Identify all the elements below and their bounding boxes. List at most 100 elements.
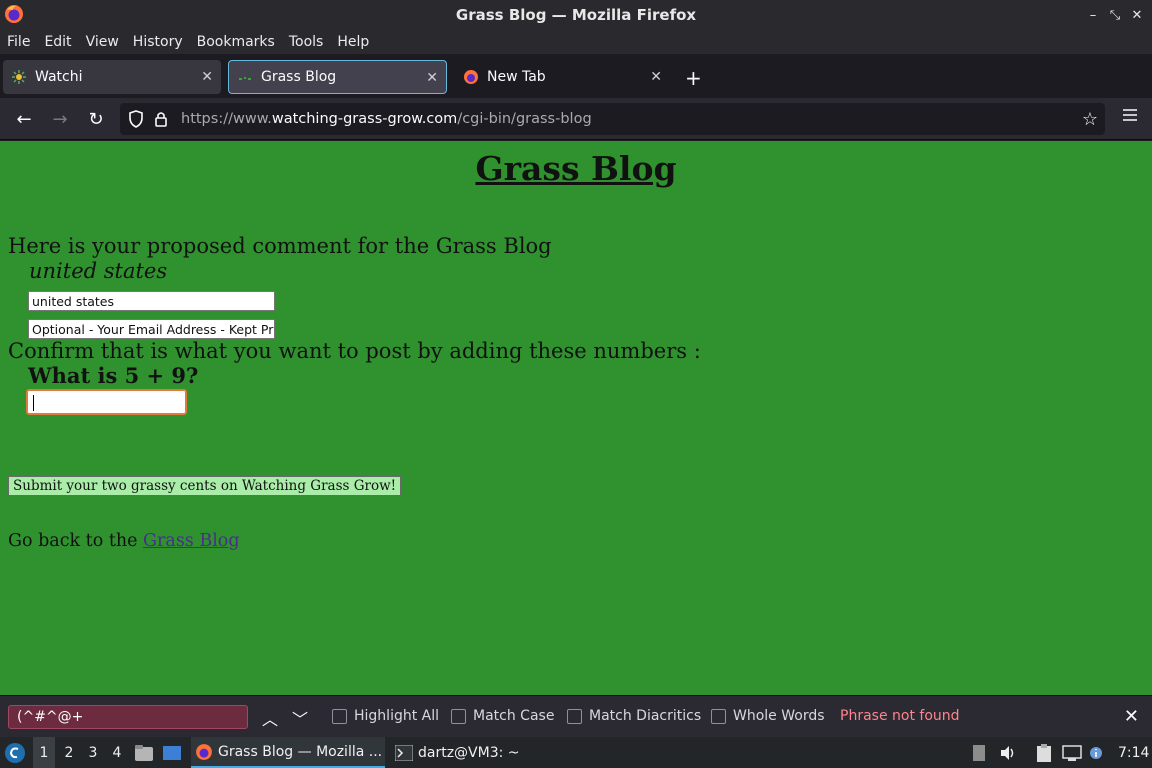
clock[interactable]: 7:14 (1118, 737, 1149, 768)
whole-words-checkbox[interactable]: Whole Words (711, 708, 825, 724)
menu-bookmarks[interactable]: Bookmarks (197, 34, 275, 50)
menu-tools[interactable]: Tools (289, 34, 324, 50)
match-diacritics-checkbox[interactable]: Match Diacritics (567, 708, 701, 724)
menu-file[interactable]: File (7, 34, 30, 50)
site-favicon-icon (12, 70, 26, 84)
option-label: Match Case (473, 708, 555, 724)
tab-grass-blog[interactable]: Grass Blog ✕ (228, 60, 447, 94)
debian-swirl-icon (5, 742, 25, 763)
url-prefix: https://www. (181, 111, 272, 127)
taskbar-terminal-window[interactable]: dartz@VM3: ~ (395, 737, 520, 768)
terminal-icon (395, 744, 413, 761)
reload-icon[interactable]: ↻ (85, 108, 107, 130)
proposed-comment: united states (29, 259, 168, 283)
highlight-all-checkbox[interactable]: Highlight All (332, 708, 439, 724)
confirm-text: Confirm that is what you want to post by… (8, 339, 701, 363)
grass-blog-link[interactable]: Grass Blog (143, 531, 240, 551)
checkbox-icon[interactable] (451, 708, 466, 724)
desktop-3[interactable]: 3 (82, 737, 104, 768)
captcha-question: What is 5 + 9? (28, 363, 199, 388)
go-back-prefix: Go back to the (8, 531, 144, 551)
find-previous-icon[interactable]: ︿ (262, 706, 278, 730)
shield-icon[interactable] (128, 110, 144, 128)
network-icon (1062, 744, 1082, 761)
email-field[interactable]: Optional - Your Email Address - Kept Pri… (28, 319, 275, 339)
window-controls: – ⤡ ✕ (1082, 6, 1148, 24)
desktop-1[interactable]: 1 (33, 737, 55, 768)
find-close-icon[interactable]: ✕ (1124, 706, 1139, 727)
match-case-checkbox[interactable]: Match Case (451, 708, 554, 724)
submit-button[interactable]: Submit your two grassy cents on Watching… (8, 476, 402, 496)
url-text[interactable]: https://www.watching-grass-grow.com/cgi-… (181, 111, 592, 127)
checkbox-icon[interactable] (332, 708, 347, 724)
name-field[interactable]: united states (28, 291, 275, 311)
desktop-2[interactable]: 2 (58, 737, 80, 768)
tab-strip: Watchi ✕ Grass Blog ✕ New Tab ✕ + (0, 56, 1152, 98)
tab-watchi[interactable]: Watchi ✕ (3, 60, 221, 94)
window-title: Grass Blog — Mozilla Firefox (455, 6, 697, 24)
option-label: Highlight All (354, 708, 440, 724)
url-bar[interactable]: https://www.watching-grass-grow.com/cgi-… (120, 103, 1105, 135)
bookmark-star-icon[interactable]: ☆ (1082, 109, 1098, 130)
find-next-icon[interactable]: ﹀ (292, 706, 308, 730)
taskbar-firefox-window[interactable]: Grass Blog — Mozilla ... (191, 737, 385, 768)
url-domain: watching-grass-grow.com (271, 111, 458, 127)
find-input[interactable]: (^#^@+ (8, 705, 248, 729)
find-bar: (^#^@+ ︿ ﹀ Highlight All Match Case Matc… (0, 695, 1152, 737)
tab-label: Watchi (35, 69, 83, 85)
lock-icon[interactable] (154, 110, 168, 128)
system-taskbar: 1 2 3 4 Grass Blog — Mozilla ... dartz@V… (0, 737, 1152, 768)
hamburger-menu-icon[interactable] (1122, 108, 1138, 122)
option-label: Match Diacritics (589, 708, 702, 724)
back-arrow-icon[interactable]: ← (13, 108, 35, 130)
page-heading: Grass Blog (475, 149, 677, 188)
menu-help[interactable]: Help (337, 34, 369, 50)
tray-clipboard[interactable] (1035, 737, 1053, 768)
url-path: /cgi-bin/grass-blog (457, 111, 592, 127)
firefox-favicon-icon (464, 70, 478, 84)
window-titlebar: Grass Blog — Mozilla Firefox – ⤡ ✕ (0, 0, 1152, 30)
checkbox-icon[interactable] (567, 708, 582, 724)
desktop-icon (163, 745, 181, 760)
new-tab-plus-icon[interactable]: + (685, 66, 702, 90)
tab-label: New Tab (487, 69, 546, 85)
navigation-toolbar: ← → ↻ https://www.watching-grass-grow.co… (0, 98, 1152, 140)
option-label: Whole Words (733, 708, 825, 724)
volume-icon (1001, 745, 1014, 760)
close-icon[interactable]: ✕ (1126, 6, 1148, 24)
tray-updates[interactable] (1089, 737, 1103, 768)
clipboard-manager-icon (1037, 743, 1051, 762)
info-icon (1090, 746, 1102, 759)
tray-network[interactable] (1062, 737, 1082, 768)
captcha-answer-input[interactable] (26, 389, 187, 415)
forward-arrow-icon[interactable]: → (49, 108, 71, 130)
tab-close-icon[interactable]: ✕ (201, 69, 213, 85)
clipboard-icon (973, 744, 985, 761)
intro-text: Here is your proposed comment for the Gr… (8, 234, 552, 258)
file-manager-launcher[interactable] (134, 737, 154, 768)
menu-bar: File Edit View History Bookmarks Tools H… (0, 30, 1152, 54)
menu-view[interactable]: View (86, 34, 119, 50)
tab-label: Grass Blog (261, 69, 337, 85)
go-back-text: Go back to the Grass Blog (8, 531, 240, 551)
tray-volume[interactable] (999, 737, 1017, 768)
checkbox-icon[interactable] (711, 708, 726, 724)
page-content: Grass Blog Here is your proposed comment… (0, 141, 1152, 695)
desktop-4[interactable]: 4 (106, 737, 128, 768)
text-cursor (33, 395, 34, 411)
tab-close-icon[interactable]: ✕ (426, 70, 438, 86)
menu-history[interactable]: History (133, 34, 183, 50)
tray-notes[interactable] (972, 737, 986, 768)
app-launcher[interactable] (4, 737, 26, 768)
menu-edit[interactable]: Edit (44, 34, 71, 50)
show-desktop-launcher[interactable] (162, 737, 182, 768)
tab-close-icon[interactable]: ✕ (650, 69, 662, 85)
minimize-icon[interactable]: – (1082, 6, 1104, 24)
find-status: Phrase not found (840, 708, 960, 724)
grass-favicon-icon (239, 77, 251, 80)
restore-icon[interactable]: ⤡ (1104, 6, 1126, 24)
firefox-icon (196, 743, 212, 760)
task-label: Grass Blog — Mozilla ... (218, 743, 383, 760)
folder-icon (135, 744, 153, 761)
tab-new-tab[interactable]: New Tab ✕ (455, 60, 670, 94)
